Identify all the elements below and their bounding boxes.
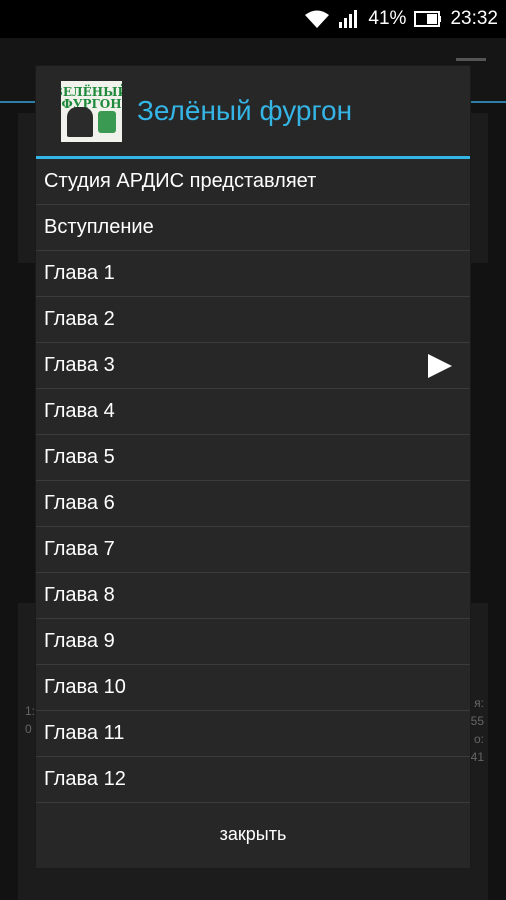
chapter-label: Глава 5 xyxy=(44,446,115,468)
chapter-label: Глава 6 xyxy=(44,492,115,514)
chapter-label: Студия АРДИС представляет xyxy=(44,170,317,192)
chapter-list: Студия АРДИС представляет Вступление Глава… xyxy=(36,159,470,803)
play-icon xyxy=(428,354,452,378)
chapter-label: Глава 8 xyxy=(44,584,115,606)
chapter-list-item[interactable]: Глава 1 xyxy=(36,251,470,297)
chapter-label: Глава 11 xyxy=(44,722,125,744)
chapter-label: Глава 10 xyxy=(44,676,126,698)
status-bar: 41% 23:32 xyxy=(0,0,506,38)
chapter-list-item[interactable]: Глава 3 xyxy=(36,343,470,389)
wifi-icon xyxy=(304,9,330,29)
dialog-header: ЗЕЛЁНЫЙ ФУРГОН Зелёный фургон xyxy=(36,66,470,156)
background-text-right: я: 55 o: 41 xyxy=(470,696,484,764)
chapter-label: Вступление xyxy=(44,216,154,238)
battery-icon xyxy=(414,11,442,27)
book-cover-image: ЗЕЛЁНЫЙ ФУРГОН xyxy=(61,80,122,142)
background-text-left: 1: 0 xyxy=(25,704,36,736)
chapter-label: Глава 2 xyxy=(44,308,115,330)
chapter-list-item[interactable]: Глава 8 xyxy=(36,573,470,619)
chapter-label: Глава 1 xyxy=(44,262,115,284)
chapter-list-item[interactable]: Студия АРДИС представляет xyxy=(36,159,470,205)
chapter-label: Глава 12 xyxy=(44,768,126,790)
chapter-list-item[interactable]: Глава 9 xyxy=(36,619,470,665)
chapter-list-item[interactable]: Глава 2 xyxy=(36,297,470,343)
chapter-label: Глава 4 xyxy=(44,400,115,422)
cover-figure xyxy=(67,106,93,137)
signal-icon xyxy=(338,9,360,29)
chapter-list-item[interactable]: Вступление xyxy=(36,205,470,251)
chapter-label: Глава 7 xyxy=(44,538,115,560)
chapter-label: Глава 3 xyxy=(44,354,115,376)
chapter-dialog: ЗЕЛЁНЫЙ ФУРГОН Зелёный фургон Студия АРД… xyxy=(36,66,470,868)
chapter-list-item[interactable]: Глава 5 xyxy=(36,435,470,481)
chapter-list-item[interactable]: Глава 4 xyxy=(36,389,470,435)
chapter-list-item[interactable]: Глава 6 xyxy=(36,481,470,527)
chapter-label: Глава 9 xyxy=(44,630,115,652)
chapter-list-item[interactable]: Глава 12 xyxy=(36,757,470,803)
chapter-list-item[interactable]: Глава 11 xyxy=(36,711,470,757)
close-button[interactable]: закрыть xyxy=(214,823,293,846)
overflow-menu-icon xyxy=(456,58,486,61)
chapter-list-item[interactable]: Глава 7 xyxy=(36,527,470,573)
clock: 23:32 xyxy=(450,8,498,29)
chapter-list-item[interactable]: Глава 10 xyxy=(36,665,470,711)
cover-figure xyxy=(98,110,116,133)
battery-percent: 41% xyxy=(368,8,407,29)
dialog-title: Зелёный фургон xyxy=(137,95,353,126)
dialog-footer: закрыть xyxy=(36,800,470,868)
cover-title-line2: ФУРГОН xyxy=(61,96,122,111)
cover-title-line1: ЗЕЛЁНЫЙ xyxy=(61,84,122,99)
